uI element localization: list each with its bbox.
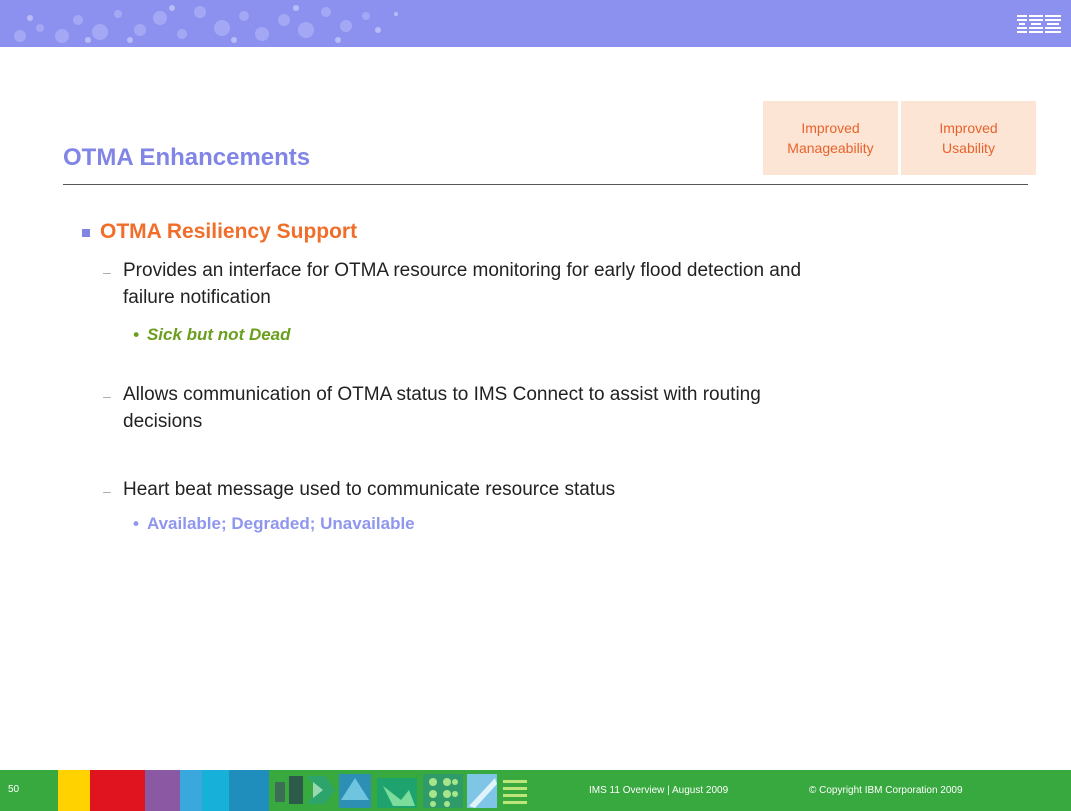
list-item: Allows communication of OTMA status to I… bbox=[123, 381, 943, 435]
footer-color-block bbox=[202, 770, 229, 811]
sub-bullet-text: Sick but not Dead bbox=[146, 325, 291, 344]
page-number: 50 bbox=[8, 784, 20, 795]
dash-bullet-icon: – bbox=[103, 483, 111, 499]
slide: OTMA Enhancements Improved Manageability… bbox=[0, 0, 1071, 811]
header-band bbox=[0, 0, 1071, 47]
list-item: Provides an interface for OTMA resource … bbox=[123, 257, 943, 311]
title-divider bbox=[63, 184, 1028, 185]
list-item: Heart beat message used to communicate r… bbox=[123, 476, 943, 503]
tag-improved-manageability: Improved Manageability bbox=[763, 101, 898, 175]
footer-color-block bbox=[90, 770, 145, 811]
list-item-line: Heart beat message used to communicate r… bbox=[123, 479, 616, 500]
footer-separator: | bbox=[667, 785, 670, 796]
tag-line: Usability bbox=[942, 140, 995, 156]
page-title: OTMA Enhancements bbox=[63, 144, 311, 171]
list-item-line: Provides an interface for OTMA resource … bbox=[123, 260, 802, 281]
list-item-line: failure notification bbox=[123, 287, 271, 308]
dash-bullet-icon: – bbox=[103, 388, 111, 404]
sub-bullet-item: • Available; Degraded; Unavailable bbox=[133, 514, 415, 534]
sub-bullet-item: • Sick but not Dead bbox=[133, 325, 291, 345]
section-heading: OTMA Resiliency Support bbox=[100, 220, 358, 243]
round-bullet-icon: • bbox=[133, 325, 139, 344]
footer-course-text: IMS 11 Overview | August 2009 bbox=[589, 785, 728, 796]
tag-line: Improved bbox=[801, 120, 860, 136]
footer-color-block bbox=[229, 770, 269, 811]
round-bullet-icon: • bbox=[133, 514, 139, 533]
list-item-line: decisions bbox=[123, 411, 203, 432]
tag-line: Improved bbox=[939, 120, 998, 136]
list-item-line: Allows communication of OTMA status to I… bbox=[123, 384, 761, 405]
footer-bar: 50 IMS 11 Overview | August 2009 © Copyr… bbox=[0, 770, 1071, 811]
footer-color-block bbox=[145, 770, 180, 811]
tag-line: Manageability bbox=[787, 140, 874, 156]
footer-color-block bbox=[180, 770, 202, 811]
ibm-logo bbox=[1017, 15, 1061, 33]
footer-pattern-decoration bbox=[269, 770, 531, 811]
dot-pattern-decoration bbox=[14, 5, 398, 43]
footer-copyright: © Copyright IBM Corporation 2009 bbox=[809, 785, 963, 796]
footer-date: August 2009 bbox=[672, 785, 729, 796]
footer-color-block bbox=[58, 770, 90, 811]
dash-bullet-icon: – bbox=[103, 264, 111, 280]
sub-bullet-text: Available; Degraded; Unavailable bbox=[146, 514, 415, 533]
square-bullet-icon bbox=[82, 229, 90, 237]
section-heading-row: OTMA Resiliency Support bbox=[82, 220, 357, 244]
tag-improved-usability: Improved Usability bbox=[901, 101, 1036, 175]
footer-course: IMS 11 Overview bbox=[589, 785, 665, 796]
